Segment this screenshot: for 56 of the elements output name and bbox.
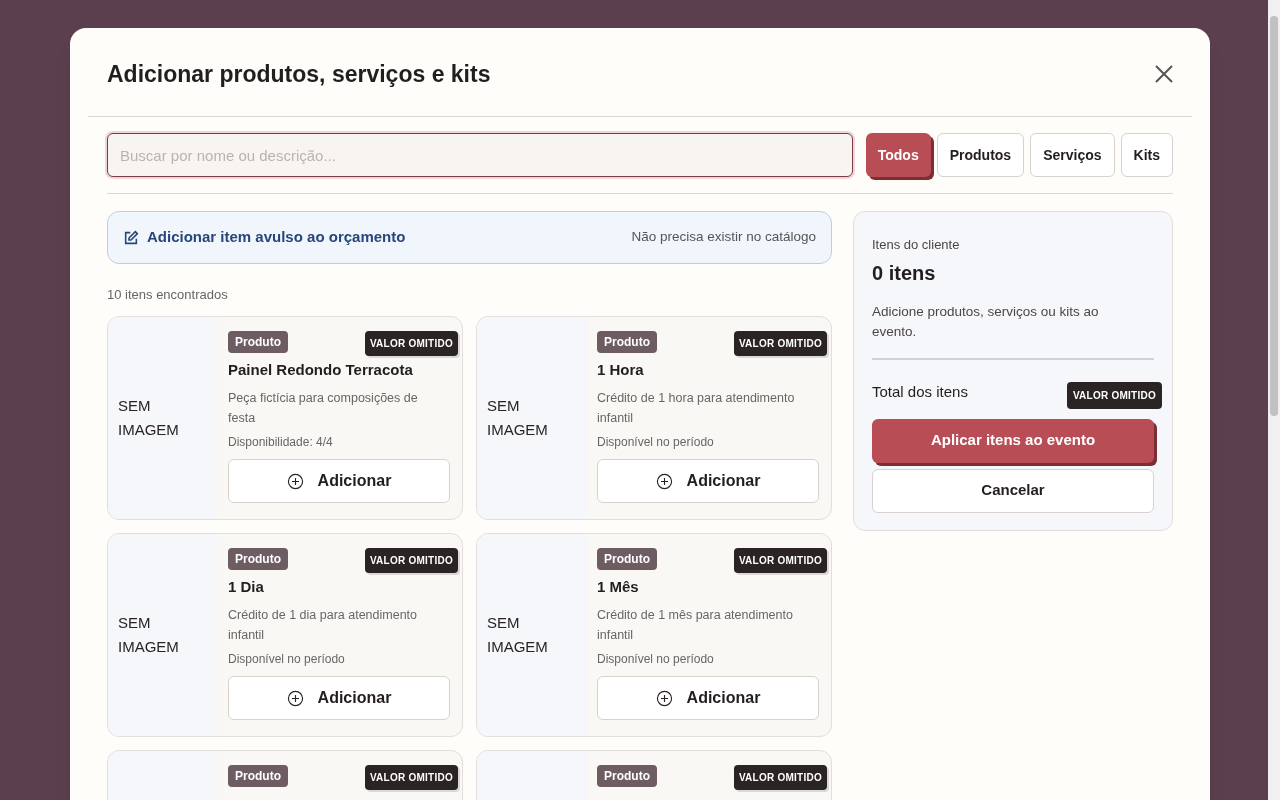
add-button[interactable]: Adicionar [597, 676, 819, 720]
availability-text: Disponível no período [597, 434, 715, 451]
price-tag: VALOR OMITIDO [733, 547, 827, 573]
custom-item-banner[interactable]: Adicionar item avulso ao orçamento Não precisa existir no catálogo [107, 211, 832, 264]
filter-tab[interactable]: Serviços [1030, 133, 1115, 177]
item-title: 1 Dia [228, 576, 265, 597]
edit-icon [123, 229, 139, 246]
type-tag: Produto [597, 764, 657, 787]
scrollbar[interactable] [1268, 0, 1280, 800]
filter-tab[interactable]: Produtos [936, 133, 1025, 177]
no-image-label: SEM IMAGEM [487, 395, 549, 440]
item-title: 1 Mês [597, 576, 640, 597]
availability-text: Disponível no período [228, 651, 346, 668]
dialog-title: Adicionar produtos, serviços e kits [107, 59, 491, 89]
type-tag: Produto [228, 547, 288, 570]
total-value: VALOR OMITIDO [1066, 381, 1162, 409]
add-button[interactable]: Adicionar [228, 459, 450, 503]
cancel-button[interactable]: Cancelar [872, 468, 1154, 513]
summary-hint: Adicione produtos, serviços ou kits ao evento. [872, 301, 1154, 360]
add-button[interactable]: Adicionar [597, 459, 819, 503]
plus-circle-icon [286, 689, 304, 707]
type-tag: Produto [597, 330, 657, 353]
type-tag: Produto [228, 330, 288, 353]
item-description: Peça fictícia para composições de festa [228, 390, 419, 427]
price-tag: VALOR OMITIDO [364, 547, 458, 573]
apply-button[interactable]: Aplicar itens ao evento [872, 418, 1154, 463]
filter-tab[interactable]: Todos [865, 133, 931, 177]
price-tag: VALOR OMITIDO [733, 330, 827, 356]
price-tag: VALOR OMITIDO [364, 764, 458, 790]
type-tag: Produto [597, 547, 657, 570]
results-count: 10 itens encontrados [107, 286, 229, 304]
availability-text: Disponível no período [597, 651, 715, 668]
item-description: Crédito de 1 dia para atendimento infantil [228, 607, 418, 644]
item-title: 1 Hora [597, 359, 645, 380]
no-image-label: SEM IMAGEM [118, 395, 180, 440]
plus-circle-icon [286, 472, 304, 490]
add-button[interactable]: Adicionar [228, 676, 450, 720]
total-label: Total dos itens [872, 381, 968, 402]
summary-label: Itens do cliente [872, 236, 961, 254]
plus-circle-icon [655, 689, 673, 707]
item-count: 0 itens [872, 260, 937, 286]
search-field[interactable]: Buscar por nome ou descrição... [107, 133, 853, 177]
plus-circle-icon [655, 472, 673, 490]
no-image-label: SEM IMAGEM [487, 612, 549, 657]
item-description: Crédito de 1 hora para atendimento infantil [597, 390, 796, 427]
type-tag: Produto [228, 764, 288, 787]
no-image-label: SEM IMAGEM [118, 612, 180, 657]
custom-item-hint: Não precisa existir no catálogo [631, 228, 816, 247]
item-title: Painel Redondo Terracota [228, 359, 414, 380]
item-description: Crédito de 1 mês para atendimento infantil [597, 607, 794, 644]
price-tag: VALOR OMITIDO [733, 764, 827, 790]
close-icon [1155, 65, 1173, 83]
filter-tab[interactable]: Kits [1120, 133, 1173, 177]
custom-item-label: Adicionar item avulso ao orçamento [147, 227, 406, 248]
price-tag: VALOR OMITIDO [364, 330, 458, 356]
availability-text: Disponibilidade: 4/4 [228, 434, 334, 451]
